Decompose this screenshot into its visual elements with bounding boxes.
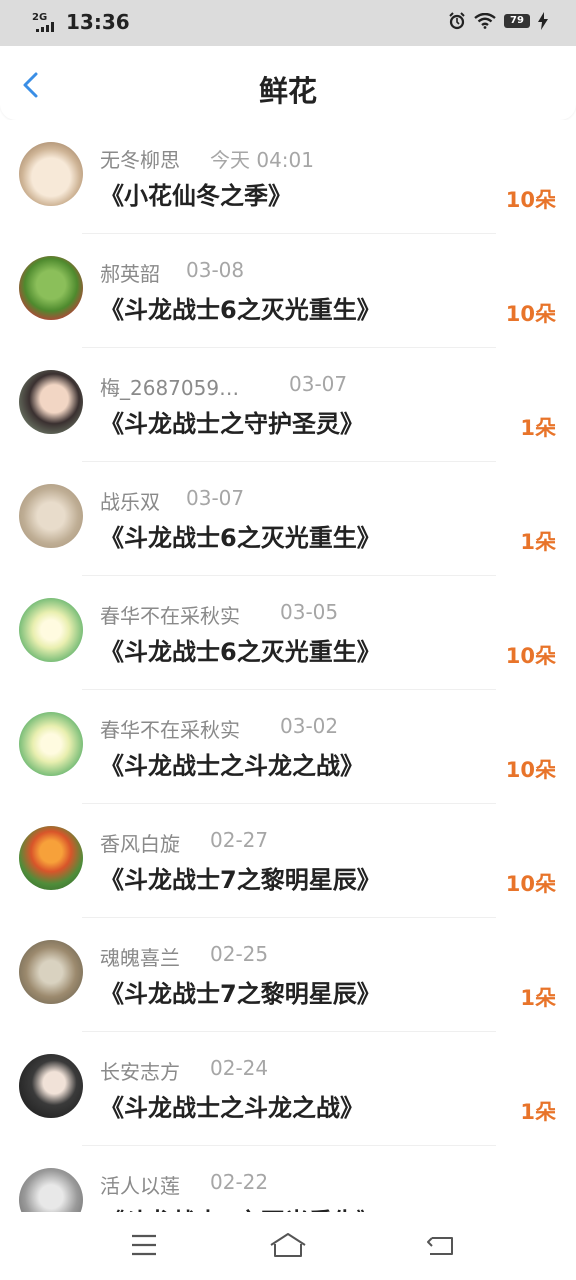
list-item[interactable]: 郝英韶 03-08 《斗龙战士6之灭光重生》 10朵	[0, 234, 576, 348]
book-title[interactable]: 《斗龙战士之斗龙之战》	[100, 1088, 364, 1123]
book-title[interactable]: 《斗龙战士6之灭光重生》	[100, 290, 381, 325]
page-title: 鲜花	[258, 74, 317, 108]
timestamp: 03-07	[289, 372, 348, 396]
avatar[interactable]	[19, 370, 83, 434]
charging-icon	[538, 12, 548, 30]
flower-count: 10朵	[505, 188, 556, 212]
list-item[interactable]: 梅_2687059… 03-07 《斗龙战士之守护圣灵》 1朵	[0, 348, 576, 462]
timestamp: 02-24	[210, 1056, 269, 1080]
flower-count: 10朵	[505, 872, 556, 896]
book-title[interactable]: 《斗龙战士7之黎明星辰》	[100, 860, 381, 895]
back-icon	[427, 1237, 453, 1255]
list-item[interactable]: 春华不在采秋实 03-02 《斗龙战士之斗龙之战》 10朵	[0, 690, 576, 804]
avatar[interactable]	[19, 712, 83, 776]
wifi-icon	[474, 13, 496, 29]
avatar[interactable]	[19, 256, 83, 320]
user-name: 春华不在采秋实	[100, 604, 240, 628]
status-bar: 2G 13:36 79	[0, 0, 576, 46]
timestamp: 02-22	[210, 1170, 269, 1194]
avatar[interactable]	[19, 598, 83, 662]
book-title[interactable]: 《斗龙战士之斗龙之战》	[100, 746, 364, 781]
back-nav-button[interactable]	[420, 1230, 460, 1260]
list-item[interactable]: 魂魄喜兰 02-25 《斗龙战士7之黎明星辰》 1朵	[0, 918, 576, 1032]
home-icon	[270, 1233, 306, 1257]
book-title[interactable]: 《斗龙战士7之黎明星辰》	[100, 974, 381, 1009]
flower-count: 1朵	[520, 416, 556, 440]
timestamp: 02-27	[210, 828, 269, 852]
list-item[interactable]: 春华不在采秋实 03-05 《斗龙战士6之灭光重生》 10朵	[0, 576, 576, 690]
flower-count: 1朵	[520, 530, 556, 554]
book-title[interactable]: 《小花仙冬之季》	[100, 176, 292, 211]
flower-count: 1朵	[520, 1100, 556, 1124]
flower-record-list: 无冬柳思 今天 04:01 《小花仙冬之季》 10朵 郝英韶 03-08 《斗龙…	[0, 120, 576, 1212]
clock: 13:36	[66, 10, 130, 34]
user-name: 战乐双	[100, 490, 160, 514]
book-title[interactable]: 《斗龙战士6之灭光重生》	[100, 1202, 381, 1212]
user-name: 郝英韶	[100, 262, 160, 286]
flower-count: 1朵	[520, 986, 556, 1010]
timestamp: 03-02	[280, 714, 339, 738]
list-item[interactable]: 长安志方 02-24 《斗龙战士之斗龙之战》 1朵	[0, 1032, 576, 1146]
book-title[interactable]: 《斗龙战士6之灭光重生》	[100, 518, 381, 553]
avatar[interactable]	[19, 484, 83, 548]
user-name: 长安志方	[100, 1060, 180, 1084]
timestamp: 03-08	[186, 258, 245, 282]
flower-count: 10朵	[505, 644, 556, 668]
user-name: 梅_2687059…	[100, 376, 240, 400]
user-name: 魂魄喜兰	[100, 946, 180, 970]
avatar[interactable]	[19, 1168, 83, 1212]
user-name: 活人以莲	[100, 1174, 180, 1198]
timestamp: 03-07	[186, 486, 245, 510]
signal-icon	[36, 22, 58, 32]
avatar[interactable]	[19, 142, 83, 206]
user-name: 无冬柳思	[100, 148, 180, 172]
avatar[interactable]	[19, 826, 83, 890]
user-name: 春华不在采秋实	[100, 718, 240, 742]
flower-count: 10朵	[505, 302, 556, 326]
system-nav-bar	[0, 1212, 576, 1280]
flower-count: 10朵	[505, 758, 556, 782]
header: 鲜花	[0, 46, 576, 120]
list-item[interactable]: 活人以莲 02-22 《斗龙战士6之灭光重生》 1朵	[0, 1146, 576, 1212]
book-title[interactable]: 《斗龙战士之守护圣灵》	[100, 404, 364, 439]
timestamp: 02-25	[210, 942, 269, 966]
list-item[interactable]: 无冬柳思 今天 04:01 《小花仙冬之季》 10朵	[0, 120, 576, 234]
timestamp: 03-05	[280, 600, 339, 624]
menu-button[interactable]	[124, 1230, 164, 1260]
menu-icon	[132, 1234, 156, 1256]
home-button[interactable]	[268, 1230, 308, 1260]
battery-icon: 79	[504, 14, 530, 28]
list-item[interactable]: 战乐双 03-07 《斗龙战士6之灭光重生》 1朵	[0, 462, 576, 576]
list-item[interactable]: 香风白旋 02-27 《斗龙战士7之黎明星辰》 10朵	[0, 804, 576, 918]
user-name: 香风白旋	[100, 832, 180, 856]
book-title[interactable]: 《斗龙战士6之灭光重生》	[100, 632, 381, 667]
alarm-icon	[449, 12, 465, 30]
timestamp: 今天 04:01	[210, 148, 314, 172]
avatar[interactable]	[19, 1054, 83, 1118]
avatar[interactable]	[19, 940, 83, 1004]
